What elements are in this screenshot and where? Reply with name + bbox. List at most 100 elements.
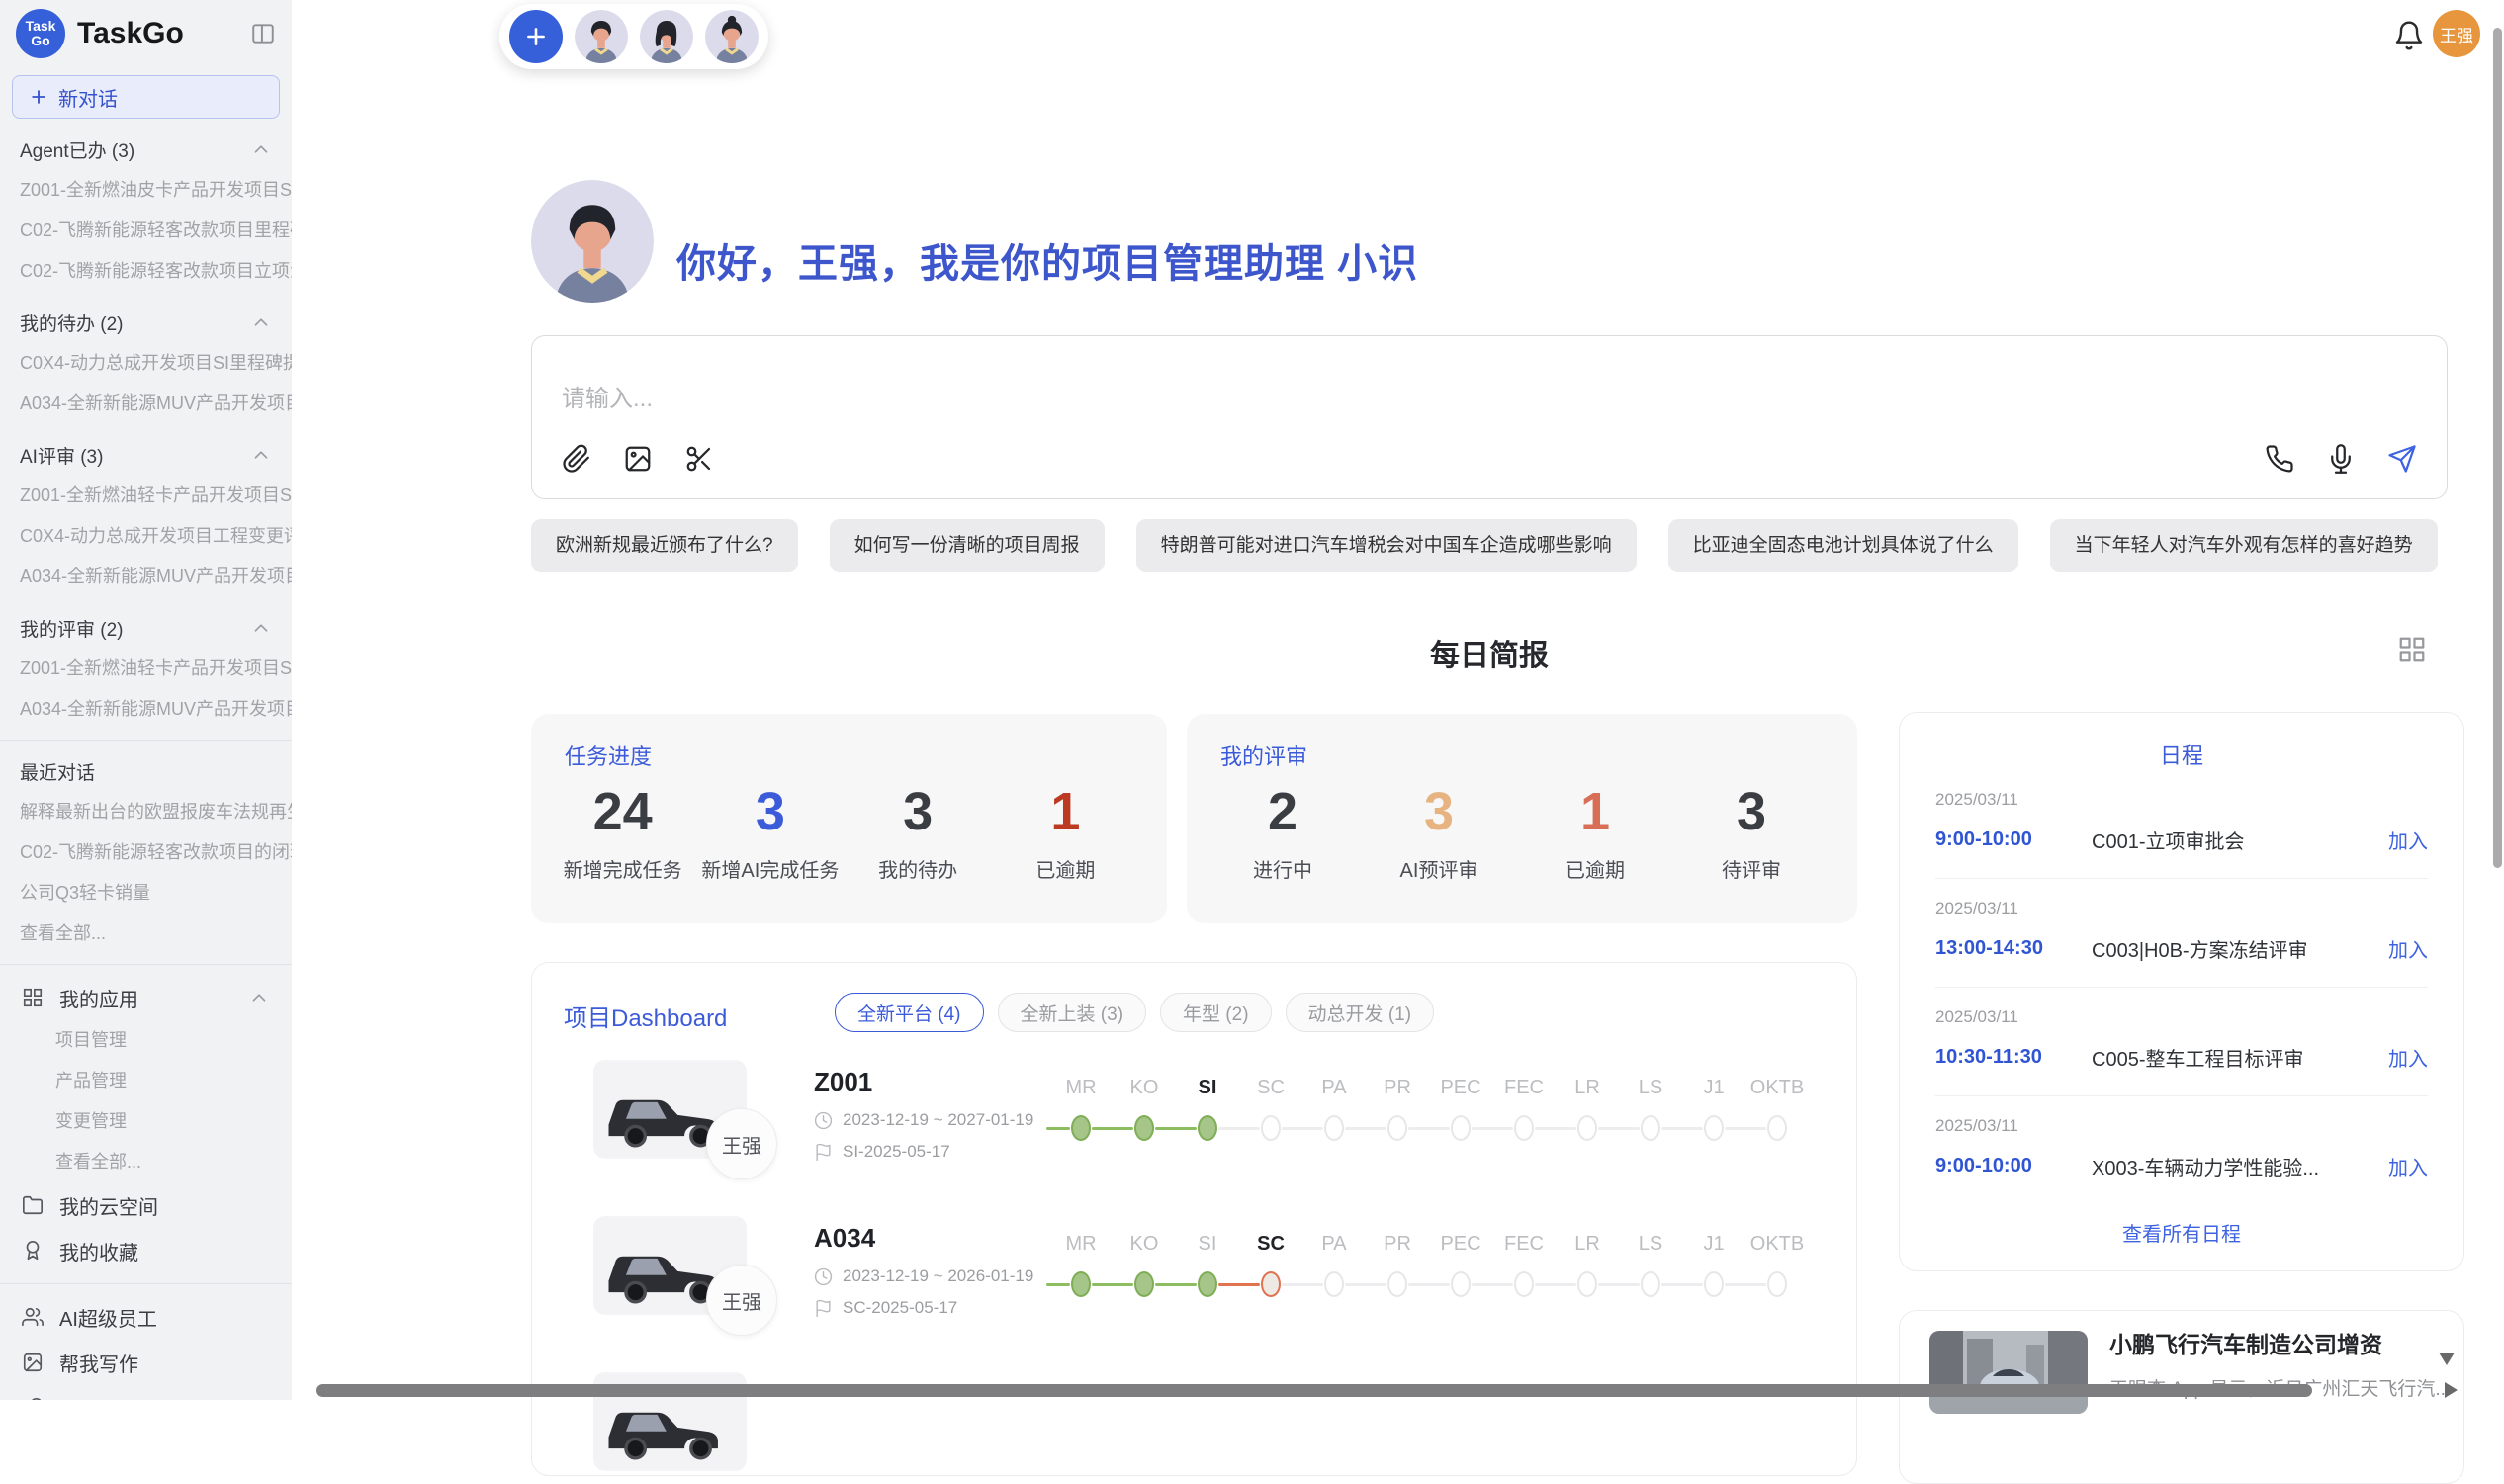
new-chat-button[interactable]: 新对话 bbox=[12, 75, 280, 119]
sidebar-section-header[interactable]: Agent已办 (3) bbox=[0, 129, 292, 170]
view-all-apps-link[interactable]: 查看全部... bbox=[0, 1142, 292, 1182]
chevron-up-icon[interactable] bbox=[250, 617, 272, 639]
clock-icon bbox=[814, 1267, 833, 1286]
conversation-avatar-1[interactable] bbox=[575, 10, 628, 63]
sidebar-tool-image[interactable]: 帮我写作 bbox=[0, 1340, 292, 1385]
sidebar-item[interactable]: Z001-全新燃油轻卡产品开发项目SI造型提交物评审 bbox=[0, 476, 292, 516]
sidebar-tool-feather[interactable]: 创意制图 bbox=[0, 1385, 292, 1400]
schedule-row: 10:30-11:30C005-整车工程目标评审加入 bbox=[1935, 1043, 2428, 1072]
suggestion-chip[interactable]: 欧洲新规最近颁布了什么? bbox=[531, 519, 798, 572]
notifications-bell-icon[interactable] bbox=[2393, 20, 2425, 51]
filter-pill[interactable]: 全新上装 (3) bbox=[998, 993, 1147, 1032]
join-meeting-link[interactable]: 加入 bbox=[2388, 934, 2428, 963]
sidebar-section-header[interactable]: 我的评审 (2) bbox=[0, 607, 292, 649]
filter-pill[interactable]: 动总开发 (1) bbox=[1286, 993, 1435, 1032]
image-icon bbox=[623, 444, 653, 474]
join-meeting-link[interactable]: 加入 bbox=[2388, 826, 2428, 854]
microphone-button[interactable] bbox=[2324, 442, 2358, 476]
daily-briefing-title: 每日简报 bbox=[531, 631, 2448, 674]
send-button[interactable] bbox=[2385, 442, 2419, 476]
chevron-up-icon[interactable] bbox=[250, 311, 272, 333]
schedule-item: 2025/03/1113:00-14:30C003|H0B-方案冻结评审加入 bbox=[1935, 879, 2428, 987]
chevron-up-icon[interactable] bbox=[250, 138, 272, 160]
conversation-avatar-2[interactable] bbox=[640, 10, 693, 63]
chat-input[interactable] bbox=[532, 336, 2447, 435]
sidebar-item[interactable]: Z001-全新燃油皮卡产品开发项目SI节点Lesson Learn报告 bbox=[0, 170, 292, 211]
sidebar-link-folder[interactable]: 我的云空间 bbox=[0, 1182, 292, 1228]
sidebar-item[interactable]: A034-全新新能源MUV产品开发项目计划变更表编写 bbox=[0, 384, 292, 424]
conversation-avatar-3[interactable] bbox=[705, 10, 759, 63]
sidebar-item[interactable]: C02-飞腾新能源轻客改款项目立项汇报方案 bbox=[0, 251, 292, 292]
view-all-chats-link[interactable]: 查看全部... bbox=[0, 914, 292, 954]
layout-grid-icon bbox=[2397, 635, 2427, 664]
dashboard-filters: 全新平台 (4) 全新上装 (3) 年型 (2) 动总开发 (1) bbox=[835, 993, 1434, 1032]
suggestion-chips: 欧洲新规最近颁布了什么? 如何写一份清晰的项目周报特朗普可能对进口汽车增税会对中国… bbox=[531, 519, 2450, 572]
sidebar-list: Agent已办 (3)Z001-全新燃油皮卡产品开发项目SI节点Lesson L… bbox=[0, 129, 292, 1400]
attach-file-button[interactable] bbox=[560, 442, 593, 476]
recent-chat-item[interactable]: 解释最新出台的欧盟报废车法规再生塑料比例被调至15%... bbox=[0, 792, 292, 832]
scroll-right-arrow[interactable] bbox=[2445, 1382, 2458, 1398]
my-apps-header[interactable]: 我的应用 bbox=[0, 975, 292, 1020]
recent-chat-item[interactable]: C02-飞腾新能源轻客改款项目的闭环通告反馈情况 bbox=[0, 832, 292, 873]
project-next-milestone: SC-2025-05-17 bbox=[814, 1298, 957, 1318]
schedule-title: 日程 bbox=[1935, 739, 2428, 770]
horizontal-scrollbar[interactable] bbox=[316, 1384, 2312, 1397]
view-all-schedule-link[interactable]: 查看所有日程 bbox=[1935, 1218, 2428, 1247]
app-item[interactable]: 产品管理 bbox=[0, 1061, 292, 1101]
suggestion-chip[interactable]: 特朗普可能对进口汽车增税会对中国车企造成哪些影响 bbox=[1136, 519, 1637, 572]
stat-value: 1 bbox=[992, 781, 1139, 842]
voice-call-button[interactable] bbox=[2263, 442, 2296, 476]
award-icon bbox=[22, 1240, 44, 1262]
user-avatar[interactable]: 王强 bbox=[2433, 10, 2480, 57]
sidebar-item[interactable]: C0X4-动力总成开发项目工程变更评审 bbox=[0, 516, 292, 557]
milestone-label: KO bbox=[1130, 1233, 1159, 1256]
milestone-label: FEC bbox=[1504, 1077, 1544, 1099]
sidebar-item[interactable]: C02-飞腾新能源轻客改款项目里程碑画布 bbox=[0, 211, 292, 251]
milestone-dot bbox=[1387, 1115, 1407, 1141]
filter-pill[interactable]: 全新平台 (4) bbox=[835, 993, 984, 1032]
suggestion-chip[interactable]: 如何写一份清晰的项目周报 bbox=[830, 519, 1105, 572]
sidebar-item[interactable]: A034-全新新能源MUV产品开发项目法规符合性评审 bbox=[0, 557, 292, 597]
news-card[interactable]: 小鹏飞行汽车制造公司增资 天眼查 App 显示，近日广州汇天飞行汽... bbox=[1899, 1310, 2464, 1484]
stat-cell: 1已逾期 bbox=[1517, 781, 1673, 883]
recent-chat-item[interactable]: 公司Q3轻卡销量 bbox=[0, 873, 292, 914]
project-next-milestone: SI-2025-05-17 bbox=[814, 1142, 950, 1162]
sidebar-item[interactable]: A034-全新新能源MUV产品开发项目造型可行性评审 bbox=[0, 689, 292, 730]
add-conversation-button[interactable] bbox=[509, 10, 563, 63]
insert-image-button[interactable] bbox=[621, 442, 655, 476]
sidebar-section-title: AI评审 (3) bbox=[20, 442, 103, 469]
filter-pill[interactable]: 年型 (2) bbox=[1160, 993, 1272, 1032]
flying-car-photo bbox=[1929, 1331, 2088, 1414]
chain-segment bbox=[1218, 1127, 1260, 1130]
stat-value: 2 bbox=[1205, 781, 1361, 842]
sidebar-item[interactable]: Z001-全新燃油轻卡产品开发项目SI节点属性5D文件评审 bbox=[0, 649, 292, 689]
suggestion-chip[interactable]: 比亚迪全固态电池计划具体说了什么 bbox=[1668, 519, 2018, 572]
collapse-sidebar-icon[interactable] bbox=[250, 21, 276, 46]
sidebar-section-header[interactable]: 我的待办 (2) bbox=[0, 302, 292, 343]
schedule-date: 2025/03/11 bbox=[1935, 899, 2428, 918]
join-meeting-link[interactable]: 加入 bbox=[2388, 1152, 2428, 1180]
schedule-time: 10:30-11:30 bbox=[1935, 1046, 2092, 1069]
layout-grid-icon[interactable] bbox=[2397, 635, 2427, 664]
chain-segment bbox=[1092, 1283, 1133, 1286]
app-item[interactable]: 变更管理 bbox=[0, 1101, 292, 1142]
vertical-scrollbar[interactable] bbox=[2493, 28, 2502, 868]
sidebar-item[interactable]: C0X4-动力总成开发项目SI里程碑提交物检查 bbox=[0, 343, 292, 384]
milestone-dot bbox=[1641, 1271, 1660, 1297]
stat-value: 3 bbox=[845, 781, 992, 842]
scroll-down-arrow[interactable] bbox=[2439, 1353, 2455, 1365]
chain-segment bbox=[1155, 1127, 1197, 1130]
stat-row: 24新增完成任务3新增AI完成任务3我的待办1已逾期 bbox=[531, 781, 1157, 883]
sidebar-tool-users[interactable]: AI超级员工 bbox=[0, 1294, 292, 1340]
sidebar-link-award[interactable]: 我的收藏 bbox=[0, 1228, 292, 1273]
chevron-up-icon[interactable] bbox=[248, 987, 270, 1008]
join-meeting-link[interactable]: 加入 bbox=[2388, 1043, 2428, 1072]
suggestion-chip[interactable]: 当下年轻人对汽车外观有怎样的喜好趋势 bbox=[2050, 519, 2438, 572]
chevron-up-icon[interactable] bbox=[250, 444, 272, 466]
screenshot-button[interactable] bbox=[682, 442, 716, 476]
milestone-label: J1 bbox=[1703, 1233, 1724, 1256]
sidebar-header: Task Go TaskGo bbox=[0, 0, 292, 67]
app-item[interactable]: 项目管理 bbox=[0, 1020, 292, 1061]
stat-label: 我的待办 bbox=[845, 854, 992, 883]
sidebar-section-header[interactable]: AI评审 (3) bbox=[0, 434, 292, 476]
